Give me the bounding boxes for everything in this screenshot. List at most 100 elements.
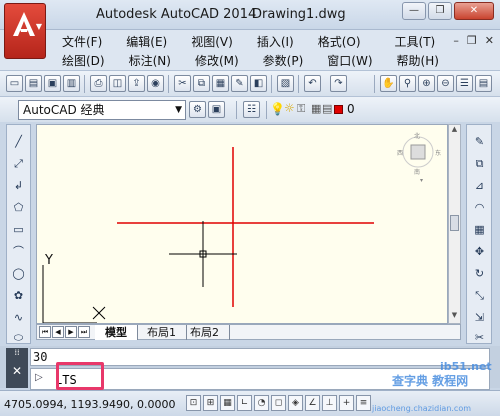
object-snap-tracking-icon[interactable]: ∠ — [305, 395, 320, 411]
plot-icon[interactable]: ▤ — [322, 102, 332, 115]
layer-name[interactable]: 0 — [347, 102, 355, 116]
object-snap-icon[interactable]: ◻ — [271, 395, 286, 411]
erase-icon[interactable]: ✎ — [471, 133, 488, 150]
document-title: Drawing1.dwg — [252, 7, 346, 22]
menu-draw[interactable]: 绘图(D) — [56, 52, 111, 69]
dynamic-input-icon[interactable]: + — [339, 395, 354, 411]
tab-model[interactable]: 模型 — [95, 325, 138, 340]
close-command-window-icon[interactable]: ✕ — [6, 364, 28, 378]
undo-icon[interactable]: ↶ — [304, 75, 321, 92]
wcs-menu[interactable]: ▾ — [420, 177, 423, 184]
zoom-previous-icon[interactable]: ⊖ — [437, 75, 454, 92]
prev-tab-icon[interactable]: ◀ — [52, 326, 64, 338]
publish-icon[interactable]: ⇪ — [128, 75, 145, 92]
dynamic-ucs-icon[interactable]: ⊥ — [322, 395, 337, 411]
zoom-realtime-icon[interactable]: ⚲ — [399, 75, 416, 92]
rectangle-icon[interactable]: ▭ — [10, 221, 27, 238]
mirror-icon[interactable]: ⊿ — [471, 177, 488, 194]
lightbulb-icon[interactable]: 💡 — [270, 102, 285, 116]
match-properties-icon[interactable]: ✎ — [231, 75, 248, 92]
3d-object-snap-icon[interactable]: ◈ — [288, 395, 303, 411]
sun-icon[interactable]: ☼ — [284, 101, 295, 115]
block-editor-icon[interactable]: ◧ — [250, 75, 267, 92]
vertical-scrollbar[interactable]: ▲ ▼ — [448, 124, 461, 324]
lock-icon[interactable]: ⚿ — [297, 102, 305, 116]
arc-icon[interactable]: ⌒ — [10, 243, 27, 260]
drawing-minimize-button[interactable]: – — [453, 34, 459, 47]
saveas-icon[interactable]: ▥ — [63, 75, 80, 92]
layer-properties-icon[interactable]: ☷ — [243, 101, 260, 118]
save-icon[interactable]: ▣ — [44, 75, 61, 92]
restore-button[interactable]: ❒ — [428, 2, 452, 20]
drawing-restore-button[interactable]: ❒ — [467, 34, 477, 47]
next-tab-icon[interactable]: ▶ — [65, 326, 77, 338]
menu-edit[interactable]: 编辑(E) — [120, 33, 173, 50]
menu-insert[interactable]: 插入(I) — [251, 33, 300, 50]
close-button[interactable]: ✕ — [454, 2, 494, 20]
command-prompt-icon[interactable]: ▷ — [35, 372, 43, 383]
scroll-thumb[interactable] — [450, 215, 459, 231]
lineweight-icon[interactable]: ≡ — [356, 395, 371, 411]
copy-icon[interactable]: ⧉ — [193, 75, 210, 92]
copy-object-icon[interactable]: ⧉ — [471, 155, 488, 172]
polyline-icon[interactable]: ↲ — [10, 177, 27, 194]
menu-view[interactable]: 视图(V) — [185, 33, 239, 50]
menu-format[interactable]: 格式(O) — [312, 33, 367, 50]
properties-icon[interactable]: ☰ — [456, 75, 473, 92]
array-icon[interactable]: ▦ — [471, 221, 488, 238]
scroll-down-arrow-icon[interactable]: ▼ — [449, 311, 460, 323]
menu-help[interactable]: 帮助(H) — [391, 52, 445, 69]
menu-dimension[interactable]: 标注(N) — [123, 52, 177, 69]
infer-constraints-icon[interactable]: ⊡ — [186, 395, 201, 411]
zoom-window-icon[interactable]: ⊕ — [418, 75, 435, 92]
cut-icon[interactable]: ✂ — [174, 75, 191, 92]
3d-print-icon[interactable]: ◉ — [147, 75, 164, 92]
spline-icon[interactable]: ∿ — [10, 309, 27, 326]
circle-icon[interactable]: ◯ — [10, 265, 27, 282]
toolbar-separator — [84, 75, 85, 93]
snap-mode-icon[interactable]: ⊞ — [203, 395, 218, 411]
print-preview-icon[interactable]: ◫ — [109, 75, 126, 92]
scroll-up-arrow-icon[interactable]: ▲ — [449, 125, 460, 137]
design-center-icon[interactable]: ▧ — [277, 75, 294, 92]
open-icon[interactable]: ▤ — [25, 75, 42, 92]
viewcube[interactable] — [410, 144, 426, 160]
offset-icon[interactable]: ◠ — [471, 199, 488, 216]
application-menu-button[interactable]: ▼ — [4, 3, 46, 59]
first-tab-icon[interactable]: ⏮ — [39, 326, 51, 338]
scale-icon[interactable]: ⤡ — [471, 287, 488, 304]
tool-palettes-icon[interactable]: ▤ — [475, 75, 492, 92]
revision-cloud-icon[interactable]: ✿ — [10, 287, 27, 304]
stretch-icon[interactable]: ⇲ — [471, 309, 488, 326]
drawing-area[interactable]: Y 北 南 东 西 ▾ — [36, 124, 448, 324]
redo-icon[interactable]: ↷ — [330, 75, 347, 92]
construction-line-icon[interactable]: ⤢ — [10, 155, 27, 172]
menu-modify[interactable]: 修改(M) — [189, 52, 245, 69]
grid-display-icon[interactable]: ▦ — [220, 395, 235, 411]
menu-parametric[interactable]: 参数(P) — [257, 52, 310, 69]
polygon-icon[interactable]: ⬠ — [10, 199, 27, 216]
menu-file[interactable]: 文件(F) — [56, 33, 108, 50]
workspace-select[interactable]: AutoCAD 经典 ▼ — [18, 100, 186, 120]
line-icon[interactable]: ╱ — [10, 133, 27, 150]
tab-layout2[interactable]: 布局2 — [180, 325, 230, 340]
command-window-grip[interactable]: ⁞⁞ ✕ — [6, 348, 28, 388]
ortho-mode-icon[interactable]: ∟ — [237, 395, 252, 411]
minimize-button[interactable]: — — [402, 2, 426, 20]
polar-tracking-icon[interactable]: ◔ — [254, 395, 269, 411]
drawing-close-button[interactable]: ✕ — [485, 34, 494, 47]
rotate-icon[interactable]: ↻ — [471, 265, 488, 282]
paste-icon[interactable]: ▦ — [212, 75, 229, 92]
viewport-freeze-icon[interactable]: ▦ — [311, 102, 321, 115]
trim-icon[interactable]: ✂ — [471, 329, 488, 346]
new-icon[interactable]: ▭ — [6, 75, 23, 92]
move-icon[interactable]: ✥ — [471, 243, 488, 260]
pan-icon[interactable]: ✋ — [380, 75, 397, 92]
menu-window[interactable]: 窗口(W) — [321, 52, 378, 69]
menu-tools[interactable]: 工具(T) — [389, 33, 442, 50]
last-tab-icon[interactable]: ⏭ — [78, 326, 90, 338]
ellipse-icon[interactable]: ⬭ — [10, 329, 27, 346]
customize-icon[interactable]: ▣ — [208, 101, 225, 118]
workspace-settings-icon[interactable]: ⚙ — [189, 101, 206, 118]
print-icon[interactable]: ⎙ — [90, 75, 107, 92]
